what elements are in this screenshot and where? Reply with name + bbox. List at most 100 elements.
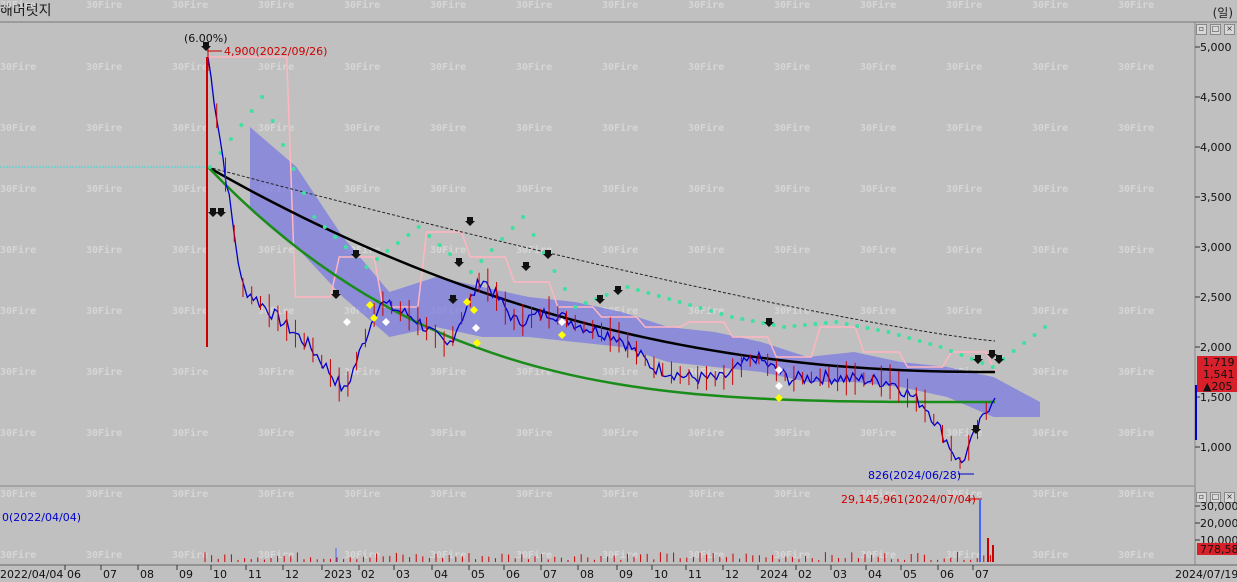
dot-mark [917, 339, 922, 343]
date-label: 2024/07/19 [1175, 568, 1237, 581]
date-label: 10 [213, 568, 227, 581]
high-annotation: 4,900(2022/09/26) [224, 45, 327, 58]
dot-mark [656, 294, 661, 298]
dot-mark [886, 330, 891, 334]
watermark: 30Fire [1032, 183, 1068, 195]
date-label: 2022/04/04 [0, 568, 63, 581]
watermark: 30Fire [172, 305, 208, 317]
dot-mark [782, 325, 787, 329]
watermark: 30Fire [1032, 427, 1068, 439]
watermark: 30Fire [0, 244, 36, 256]
watermark: 30Fire [516, 122, 552, 134]
watermark: 30Fire [344, 0, 380, 11]
watermark: 30Fire [172, 122, 208, 134]
dot-mark [990, 365, 995, 369]
date-label: 09 [179, 568, 193, 581]
watermark: 30Fire [516, 488, 552, 500]
watermark: 30Fire [344, 366, 380, 378]
dot-mark [625, 285, 630, 289]
dot-mark [646, 291, 651, 295]
price-tick-label: 2,000 [1200, 341, 1232, 354]
date-label: 12 [285, 568, 299, 581]
watermark: 30Fire [1118, 427, 1154, 439]
low-annotation: 826(2024/06/28) [868, 469, 961, 482]
date-label: 02 [798, 568, 812, 581]
price-tick-label: 4,500 [1200, 91, 1232, 104]
dot-mark [385, 249, 390, 253]
watermark: 30Fire [602, 427, 638, 439]
watermark: 30Fire [430, 0, 466, 11]
dot-mark [928, 342, 933, 346]
dot-mark [635, 288, 640, 292]
watermark: 30Fire [1032, 61, 1068, 73]
diamond-icon [775, 382, 783, 390]
dot-mark [792, 324, 797, 328]
price-tick-label: 2,500 [1200, 291, 1232, 304]
watermark: 30Fire [258, 61, 294, 73]
dot-mark [489, 248, 494, 252]
watermark: 30Fire [602, 0, 638, 11]
down-arrow-icon [613, 286, 623, 295]
dot-mark [855, 324, 860, 328]
stock-chart[interactable]: 30Fire 30Fire 30Fire 30Fire 30Fire 30Fire 30Fi… [0, 0, 1237, 582]
watermark: 30Fire [860, 0, 896, 11]
volume-badge: 778,58 [1200, 543, 1237, 556]
watermark: 30Fire [258, 549, 294, 561]
watermark: 30Fire [86, 61, 122, 73]
dot-mark [322, 225, 327, 229]
chart-window: 해머럿지 (일) ▫ □ × ▫ □ × 30Fire 30Fire 30Fire 3… [0, 0, 1237, 582]
watermark: 30Fire [86, 183, 122, 195]
dot-mark [865, 326, 870, 330]
dot-mark [834, 320, 839, 324]
price-badges: 1,7191,541▲205 [1197, 356, 1237, 393]
watermark: 30Fire [258, 366, 294, 378]
watermark: 30Fire [860, 305, 896, 317]
watermark: 30Fire [172, 61, 208, 73]
watermark: 30Fire [1032, 305, 1068, 317]
watermark: 30Fire [430, 61, 466, 73]
watermark: 30Fire [602, 488, 638, 500]
dot-mark [709, 309, 713, 313]
watermark: 30Fire [86, 122, 122, 134]
watermark: 30Fire [688, 488, 724, 500]
watermark: 30Fire [688, 122, 724, 134]
watermark: 30Fire [1032, 0, 1068, 11]
watermark: 30Fire [860, 122, 896, 134]
watermark: 30Fire [86, 366, 122, 378]
date-label: 08 [140, 568, 154, 581]
dot-mark [479, 259, 484, 263]
dot-mark [907, 336, 912, 340]
dot-mark [980, 361, 985, 365]
price-tick-label: 3,000 [1200, 241, 1232, 254]
dot-mark [521, 215, 526, 219]
dot-mark [604, 293, 609, 297]
dot-mark [343, 245, 348, 249]
date-label: 11 [688, 568, 702, 581]
watermark: 30Fire [86, 244, 122, 256]
dot-mark [677, 300, 682, 304]
watermark: 30Fire [602, 183, 638, 195]
watermark: 30Fire [946, 244, 982, 256]
watermark: 30Fire [0, 183, 36, 195]
watermark: 30Fire [946, 183, 982, 195]
dot-mark [761, 321, 766, 325]
date-axis: 2022/04/04 06 07 08 09 10 11 12 2023 02 03 04 05 06 07… [0, 565, 1237, 581]
watermark: 30Fire [688, 61, 724, 73]
watermark: 30Fire [1032, 366, 1068, 378]
dot-mark [876, 328, 880, 332]
watermark: 30Fire [0, 488, 36, 500]
watermark: 30Fire [430, 244, 466, 256]
dot-mark [938, 345, 943, 349]
date-label: 05 [903, 568, 917, 581]
watermark: 30Fire [172, 183, 208, 195]
watermark: 30Fire [0, 122, 36, 134]
down-arrow-icon [521, 262, 531, 271]
watermark: 30Fire [258, 0, 294, 11]
date-label: 11 [248, 568, 262, 581]
watermark: 30Fire [860, 61, 896, 73]
watermark: 30Fire [172, 244, 208, 256]
watermark: 30Fire [688, 183, 724, 195]
diamond-icon [343, 318, 351, 326]
watermark: 30Fire [516, 183, 552, 195]
watermark: 30Fire [86, 488, 122, 500]
